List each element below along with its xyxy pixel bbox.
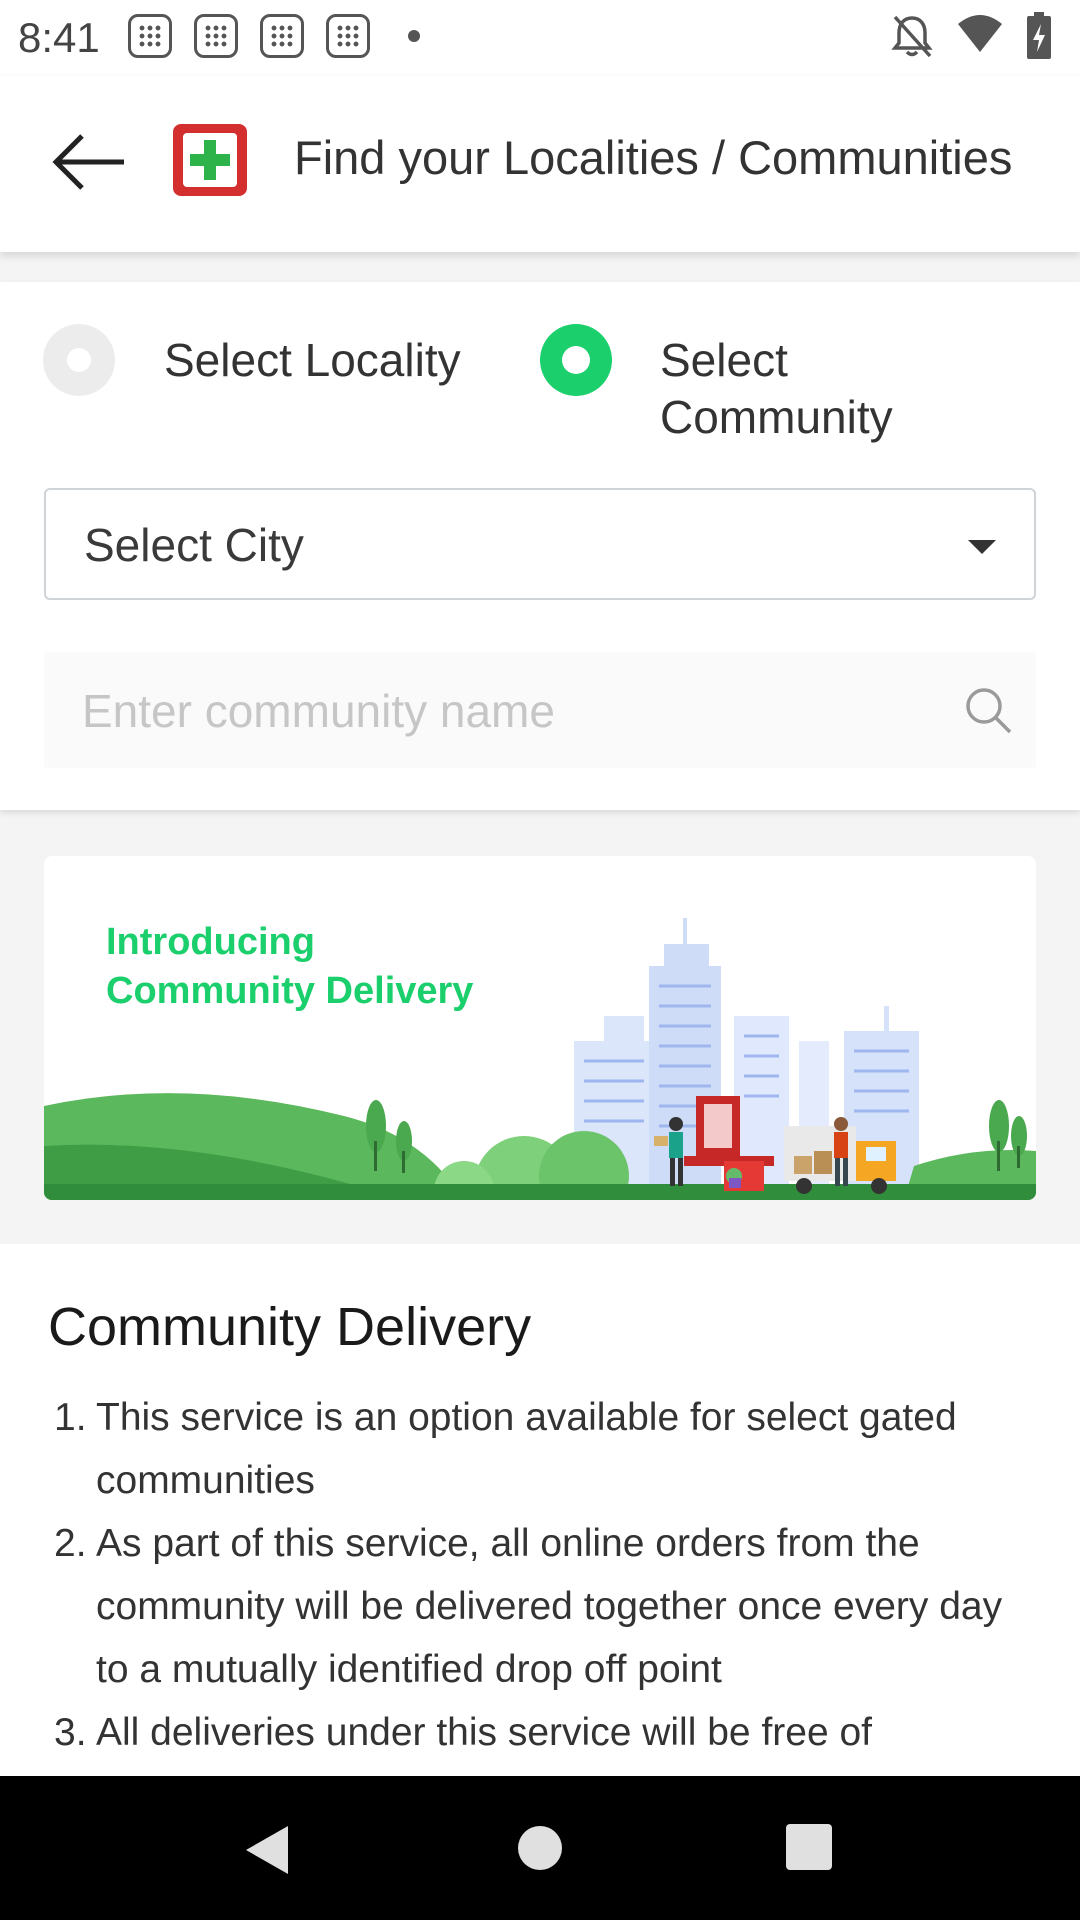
more-notifications-dot xyxy=(408,30,420,42)
section-title: Community Delivery xyxy=(48,1297,532,1357)
list-item-number: 2. xyxy=(54,1522,87,1565)
wifi-icon xyxy=(958,15,1002,52)
status-time: 8:41 xyxy=(18,14,100,61)
dialpad-icon xyxy=(128,14,172,58)
list-item-text: All deliveries under this service will b… xyxy=(96,1711,873,1754)
nav-back-icon[interactable] xyxy=(244,1824,290,1876)
list-item-number: 1. xyxy=(54,1396,87,1439)
radio-select-locality[interactable] xyxy=(43,324,115,396)
list-item-number: 3. xyxy=(54,1711,87,1754)
radio-label-community[interactable]: Select Community xyxy=(660,332,950,446)
list-item-text: As part of this service, all online orde… xyxy=(96,1522,1003,1691)
app-bar: Find your Localities / Communities xyxy=(0,76,1080,252)
system-nav-bar xyxy=(0,1776,1080,1920)
battery-charging-icon xyxy=(1027,12,1051,59)
search-icon[interactable] xyxy=(964,686,1014,736)
dialpad-icon xyxy=(260,14,304,58)
nav-recents-icon[interactable] xyxy=(786,1824,832,1870)
community-delivery-info: Community Delivery 1. This service is an… xyxy=(0,1244,1080,1776)
community-search-input[interactable] xyxy=(80,676,944,746)
nav-home-icon[interactable] xyxy=(518,1826,562,1870)
radio-label-locality[interactable]: Select Locality xyxy=(164,332,494,389)
community-search-box[interactable] xyxy=(44,652,1036,768)
arrow-left-icon[interactable] xyxy=(50,132,130,192)
bell-off-icon xyxy=(891,15,933,58)
radio-select-community[interactable] xyxy=(540,324,612,396)
city-illustration xyxy=(44,918,1036,1200)
chevron-down-icon xyxy=(968,540,996,554)
list-item: 2. As part of this service, all online o… xyxy=(54,1512,1014,1701)
info-list: 1. This service is an option available f… xyxy=(54,1386,1014,1764)
community-delivery-banner[interactable]: Introducing Community Delivery xyxy=(44,856,1036,1200)
city-dropdown[interactable]: Select City xyxy=(44,488,1036,600)
plus-cross-icon xyxy=(183,133,237,187)
dialpad-icon xyxy=(326,14,370,58)
list-item: 1. This service is an option available f… xyxy=(54,1386,1014,1512)
banner-headline: Introducing Community Delivery xyxy=(106,918,473,1016)
page-title: Find your Localities / Communities xyxy=(294,131,1013,184)
status-bar: 8:41 xyxy=(0,0,1080,76)
app-logo xyxy=(173,124,247,196)
banner-line-1: Introducing xyxy=(106,921,315,963)
banner-line-2: Community Delivery xyxy=(106,970,474,1012)
filter-card: Select Locality Select Community Select … xyxy=(0,282,1080,810)
dialpad-icon xyxy=(194,14,238,58)
list-item: 3. All deliveries under this service wil… xyxy=(54,1701,1014,1764)
list-item-text: This service is an option available for … xyxy=(96,1396,957,1502)
city-dropdown-label: Select City xyxy=(84,519,304,571)
